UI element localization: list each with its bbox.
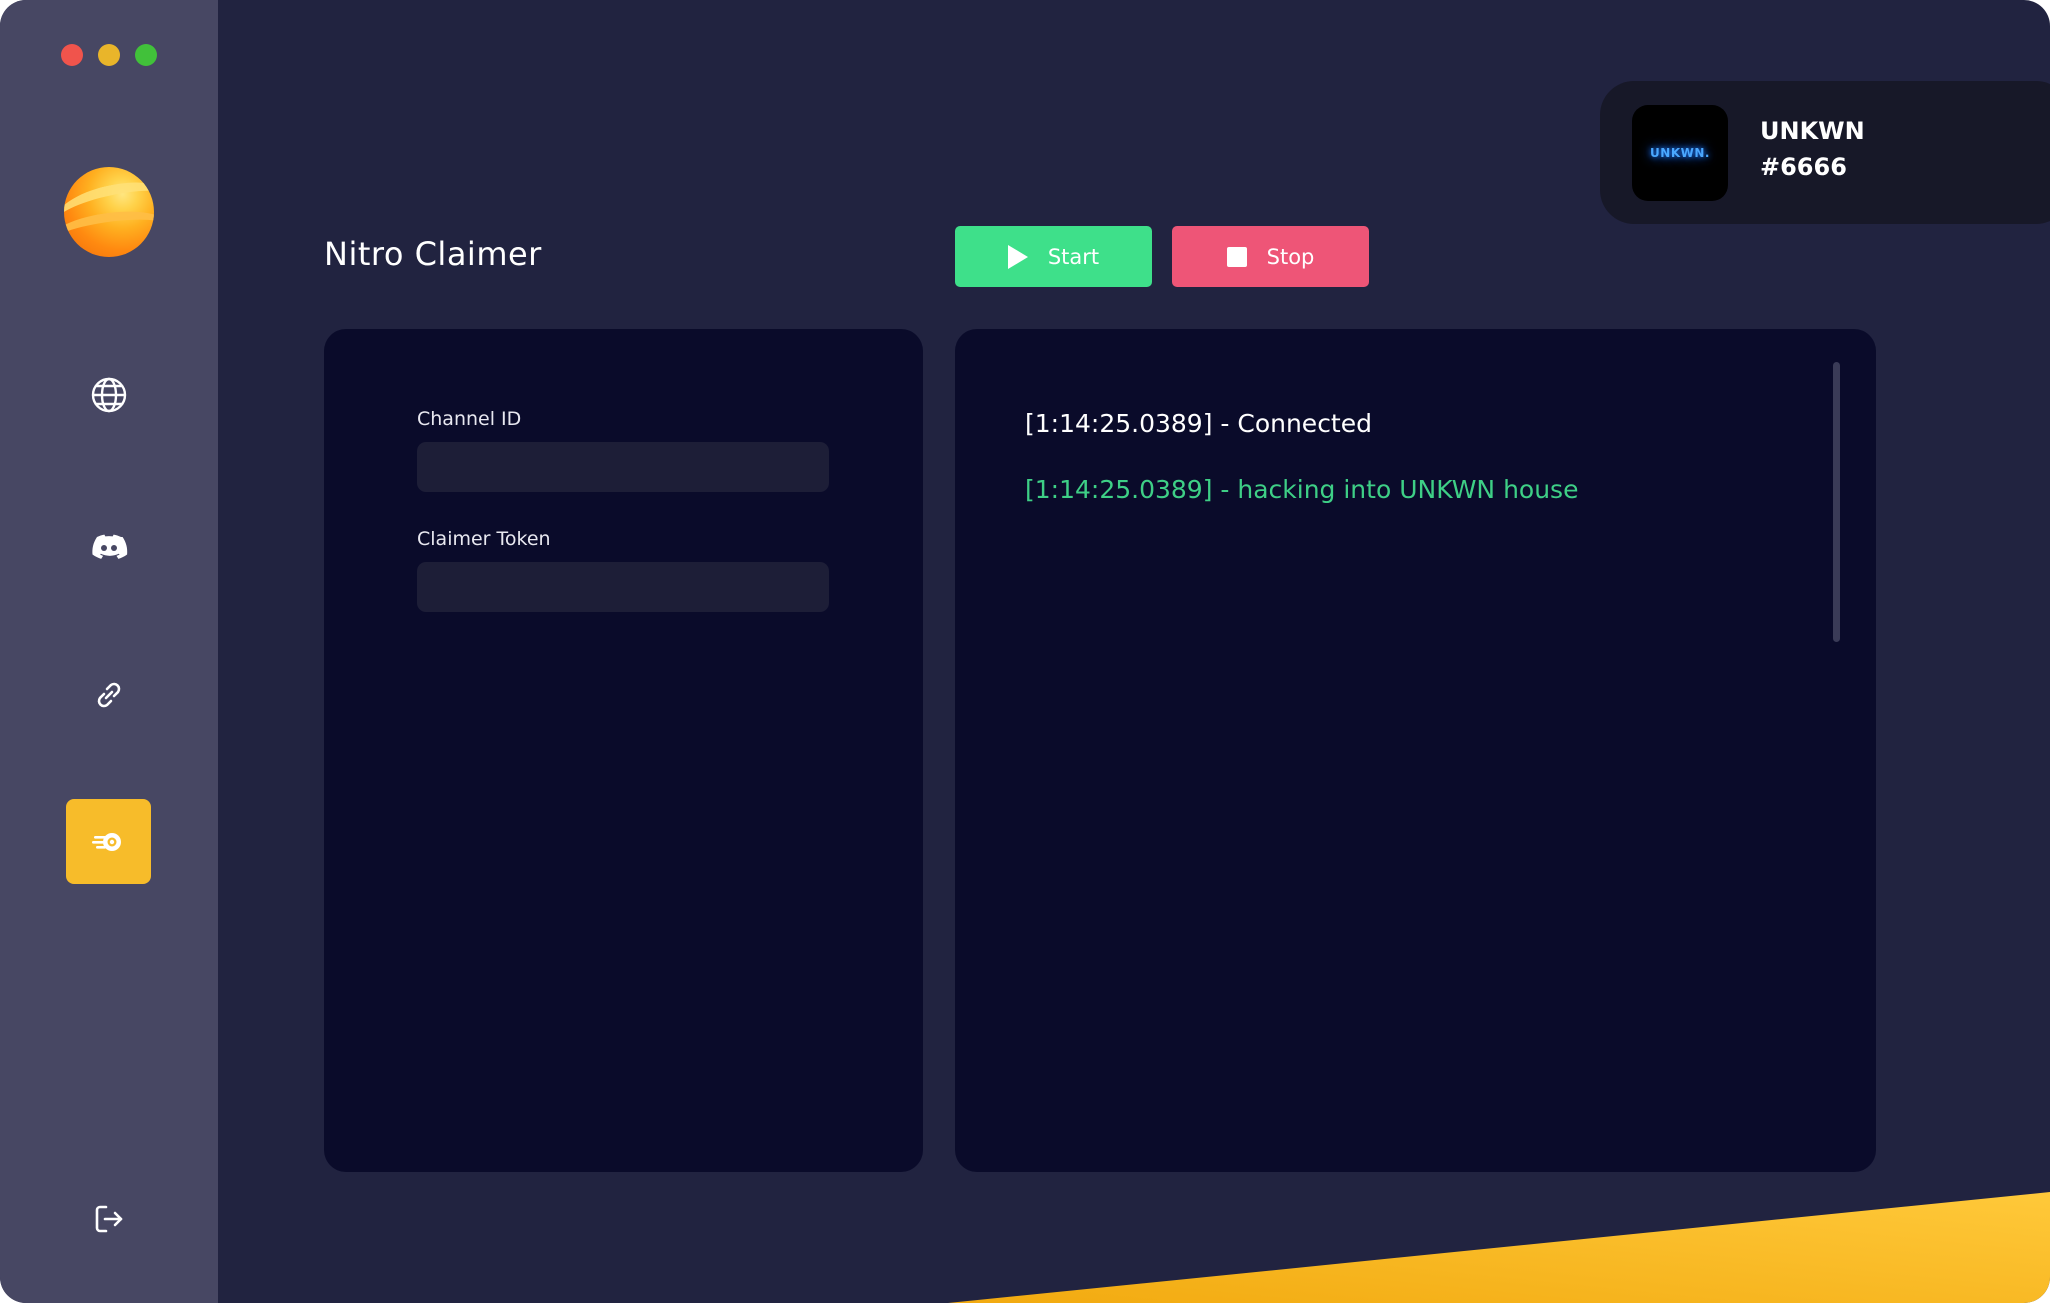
logout-icon	[95, 1205, 122, 1232]
channel-id-input[interactable]	[417, 442, 829, 492]
maximize-window-button[interactable]	[135, 44, 157, 66]
avatar: UNKWN.	[1632, 105, 1728, 201]
console-line: [1:14:25.0389] - Connected	[1025, 409, 1372, 438]
close-window-button[interactable]	[61, 44, 83, 66]
avatar-logo-text: UNKWN.	[1650, 146, 1710, 160]
stop-button[interactable]: Stop	[1172, 226, 1369, 287]
username: UNKWN	[1760, 117, 1865, 145]
start-button-label: Start	[1047, 244, 1100, 269]
sidebar-item-discord[interactable]	[66, 503, 151, 588]
sidebar	[0, 0, 218, 1303]
logout-button[interactable]	[66, 1176, 151, 1261]
globe-icon	[91, 377, 126, 412]
claimer-token-input[interactable]	[417, 562, 829, 612]
claimer-token-label: Claimer Token	[417, 528, 551, 550]
stop-icon	[1226, 246, 1247, 267]
discord-icon	[91, 534, 127, 559]
sidebar-item-nitro-claimer[interactable]	[66, 799, 151, 884]
app-logo	[64, 167, 154, 257]
start-button[interactable]: Start	[955, 226, 1152, 287]
nitro-icon	[91, 832, 121, 851]
console-panel: [1:14:25.0389] - Connected [1:14:25.0389…	[955, 329, 1876, 1172]
stop-button-label: Stop	[1266, 244, 1315, 269]
console-line: [1:14:25.0389] - hacking into UNKWN hous…	[1025, 475, 1579, 504]
link-icon	[97, 682, 120, 707]
page-title: Nitro Claimer	[324, 235, 542, 273]
profile-card: UNKWN. UNKWN #6666	[1600, 81, 2050, 224]
settings-panel: Channel ID Claimer Token	[324, 329, 923, 1172]
console-scrollbar[interactable]	[1833, 362, 1840, 642]
app-window: UNKWN. UNKWN #6666 Nitro Claimer Start S…	[0, 0, 2050, 1303]
channel-id-label: Channel ID	[417, 408, 522, 430]
sidebar-item-links[interactable]	[66, 652, 151, 737]
minimize-window-button[interactable]	[98, 44, 120, 66]
play-icon	[1007, 244, 1028, 269]
user-tag: #6666	[1760, 153, 1847, 181]
sidebar-item-browser[interactable]	[66, 352, 151, 437]
